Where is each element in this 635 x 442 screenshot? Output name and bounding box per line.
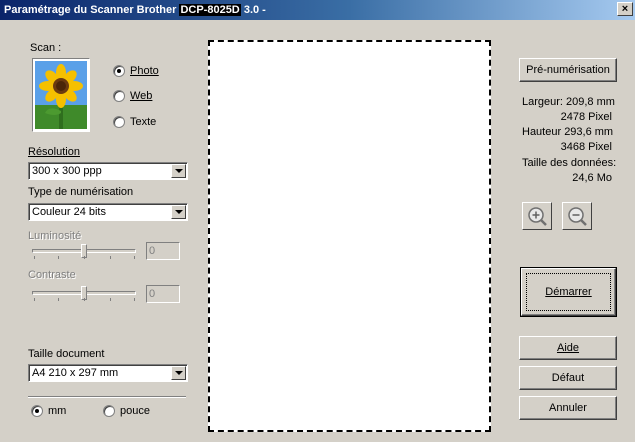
tick [58, 256, 59, 259]
scan-text-radio[interactable] [113, 116, 125, 128]
scan-web-label[interactable]: Web [130, 90, 152, 102]
tick [34, 256, 35, 259]
scan-type-label: Type de numérisation [28, 186, 134, 198]
tick [134, 298, 135, 301]
scan-type-value: Couleur 24 bits [32, 206, 106, 218]
document-size-value: A4 210 x 297 mm [32, 367, 119, 379]
unit-inch-label[interactable]: pouce [120, 405, 150, 417]
tick [84, 256, 85, 259]
resolution-label: Résolution [28, 146, 80, 158]
chevron-down-icon[interactable] [171, 205, 186, 219]
height-pixels: 3468 Pixel [560, 141, 612, 153]
scan-photo-label[interactable]: Photo [130, 65, 159, 77]
tick [34, 298, 35, 301]
scan-type-select[interactable]: Couleur 24 bits [28, 203, 188, 221]
default-button[interactable]: Défaut [519, 366, 617, 390]
tick [58, 298, 59, 301]
prescan-button[interactable]: Pré-numérisation [519, 58, 617, 82]
sunflower-photo-icon [32, 58, 90, 132]
start-button[interactable]: Démarrer [520, 267, 617, 317]
contrast-value: 0 [146, 285, 180, 303]
data-size-label: Taille des données: [522, 157, 617, 169]
tick [134, 256, 135, 259]
unit-mm-radio[interactable] [31, 405, 43, 417]
scan-photo-radio[interactable] [113, 65, 125, 77]
width-info: Largeur: 209,8 mm [522, 96, 615, 108]
width-pixels: 2478 Pixel [560, 111, 612, 123]
close-button[interactable]: × [617, 2, 633, 16]
chevron-down-icon[interactable] [171, 164, 186, 178]
title-bar: Paramétrage du Scanner Brother DCP-8025D… [0, 0, 635, 20]
zoom-in-icon [528, 207, 547, 226]
zoom-out-button[interactable] [562, 202, 592, 230]
tick [110, 256, 111, 259]
contrast-label: Contraste [28, 269, 76, 281]
close-icon: × [621, 3, 629, 15]
height-info: Hauteur 293,6 mm [522, 126, 614, 138]
unit-mm-label[interactable]: mm [48, 405, 66, 417]
scan-label: Scan : [30, 42, 62, 54]
preview-area[interactable] [208, 40, 491, 432]
scan-text-label[interactable]: Texte [130, 116, 156, 128]
help-button[interactable]: Aide [519, 336, 617, 360]
cancel-button[interactable]: Annuler [519, 396, 617, 420]
brightness-label: Luminosité [28, 230, 82, 242]
zoom-in-button[interactable] [522, 202, 552, 230]
scan-web-radio[interactable] [113, 90, 125, 102]
chevron-down-icon[interactable] [171, 366, 186, 380]
resolution-value: 300 x 300 ppp [32, 165, 102, 177]
window-title: Paramétrage du Scanner Brother DCP-8025D… [4, 4, 266, 16]
document-size-label: Taille document [28, 348, 105, 360]
model-name: DCP-8025D [179, 4, 241, 16]
resolution-select[interactable]: 300 x 300 ppp [28, 162, 188, 180]
brightness-value: 0 [146, 242, 180, 260]
tick [110, 298, 111, 301]
document-size-select[interactable]: A4 210 x 297 mm [28, 364, 188, 382]
data-size-value: 24,6 Mo [572, 172, 612, 184]
tick [84, 298, 85, 301]
focus-rect [526, 273, 611, 311]
zoom-out-icon [568, 207, 587, 226]
separator [28, 396, 186, 398]
unit-inch-radio[interactable] [103, 405, 115, 417]
